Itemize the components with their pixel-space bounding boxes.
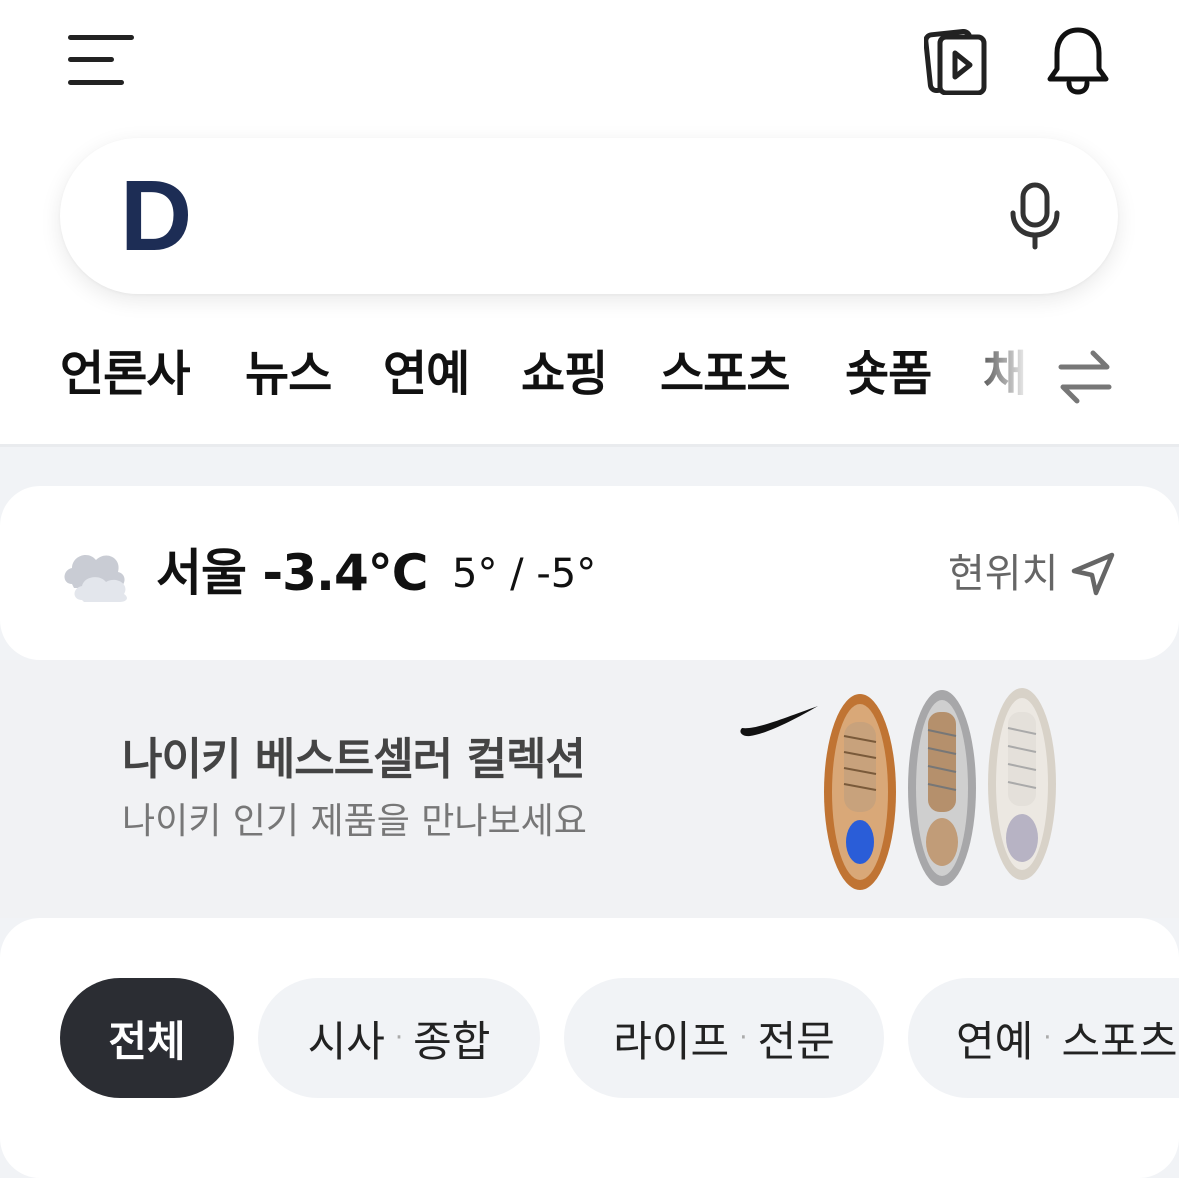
chip-separator: · [394, 1023, 404, 1053]
chip-entertainment-sports[interactable]: 연예 · 스포츠 [908, 978, 1179, 1098]
top-area: D 언론사 뉴스 연예 쇼핑 스포츠 숏폼 채 [0, 0, 1179, 447]
promo-banner[interactable]: 나이키 베스트셀러 컬렉션 나이키 인기 제품을 만나보세요 [0, 660, 1179, 918]
chip-label-left: 라이프 [613, 1016, 730, 1066]
chip-label-left: 시사 [307, 1016, 385, 1066]
divider [0, 444, 1179, 447]
weather-range: 5° / -5° [452, 551, 597, 597]
chip-all-label: 전체 [108, 1016, 186, 1066]
category-tabs: 언론사 뉴스 연예 쇼핑 스포츠 숏폼 채 [0, 330, 1179, 447]
chip-all[interactable]: 전체 [60, 978, 234, 1098]
chip-label-right: 스포츠 [1061, 1016, 1178, 1066]
chip-separator: · [739, 1023, 748, 1053]
nike-sneakers-image [738, 682, 1068, 892]
tab-shortform[interactable]: 숏폼 [845, 344, 932, 404]
weather-card[interactable]: 서울 -3.4°C 5° / -5° 현위치 [0, 486, 1179, 660]
location-arrow-icon[interactable] [1068, 544, 1118, 604]
tab-shopping[interactable]: 쇼핑 [521, 344, 608, 404]
chip-label-left: 연예 [956, 1016, 1034, 1066]
bell-icon[interactable] [1040, 22, 1116, 98]
tab-entertainment[interactable]: 연예 [383, 344, 470, 404]
weather-city-temp: 서울 -3.4°C [156, 544, 428, 602]
news-category-card: 전체 시사 · 종합 라이프 · 전문 연예 · 스포츠 [0, 918, 1179, 1178]
daum-logo[interactable]: D [120, 166, 194, 266]
chip-label-right: 종합 [413, 1016, 491, 1066]
tab-news[interactable]: 뉴스 [245, 344, 332, 404]
chip-separator: · [1043, 1023, 1052, 1053]
swap-arrows-icon[interactable] [1054, 344, 1116, 410]
chip-label-right: 전문 [757, 1016, 835, 1066]
chip-current-affairs[interactable]: 시사 · 종합 [258, 978, 540, 1098]
location-label[interactable]: 현위치 [948, 544, 1058, 604]
banner-subtitle: 나이키 인기 제품을 만나보세요 [122, 801, 587, 842]
search-input[interactable] [220, 178, 984, 256]
tab-sports[interactable]: 스포츠 [660, 344, 790, 404]
hamburger-menu-icon[interactable] [64, 28, 138, 92]
chip-life[interactable]: 라이프 · 전문 [564, 978, 884, 1098]
microphone-icon[interactable] [1002, 178, 1068, 254]
tab-press[interactable]: 언론사 [60, 344, 190, 404]
search-bar[interactable]: D [60, 138, 1118, 294]
video-stack-icon[interactable] [922, 24, 990, 96]
banner-title: 나이키 베스트셀러 컬렉션 [122, 734, 586, 785]
cloud-icon [60, 544, 132, 604]
